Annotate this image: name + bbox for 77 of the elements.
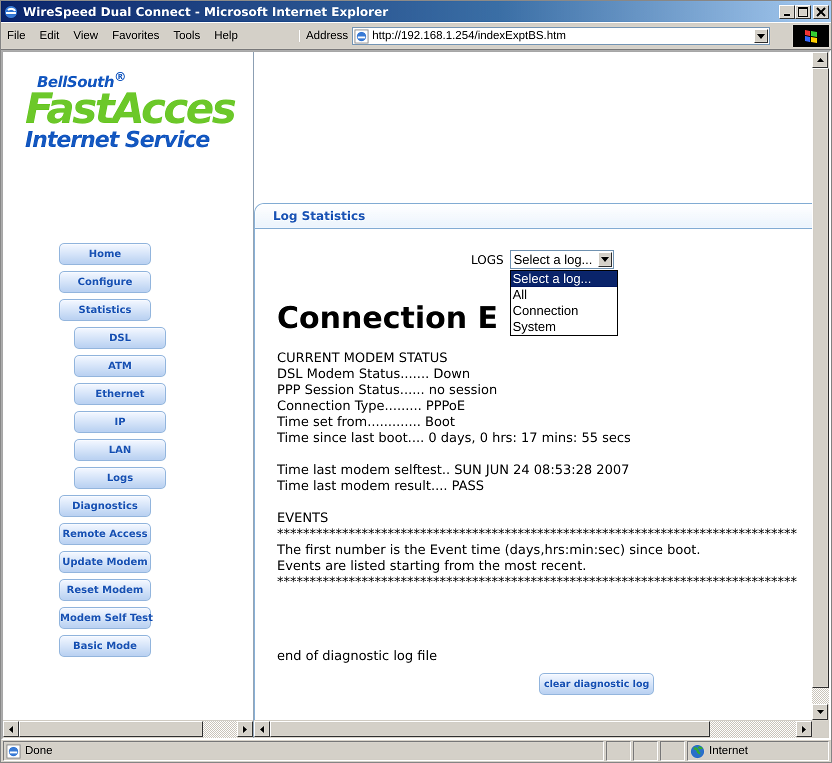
menu-item[interactable]: Edit [40, 30, 60, 42]
log-line: Events are listed starting from the most recent. [277, 559, 586, 575]
nav-button[interactable]: LAN [74, 439, 166, 461]
log-line: ******************************************************************************** [277, 575, 797, 591]
windows-logo-icon [793, 25, 829, 47]
nav-button[interactable]: Basic Mode [59, 635, 151, 657]
nav-button[interactable]: ATM [74, 355, 166, 377]
maximize-button[interactable] [795, 4, 811, 18]
nav-button[interactable]: Reset Modem [59, 579, 151, 601]
log-select[interactable]: Select a log... [510, 250, 614, 269]
nav-button[interactable]: DSL [74, 327, 166, 349]
scrollbar-thumb[interactable] [19, 721, 203, 737]
nav-button[interactable]: Configure [59, 271, 151, 293]
right-arrow-icon [243, 726, 247, 732]
nav-button[interactable]: IP [74, 411, 166, 433]
log-line: Time last modem result.... PASS [277, 479, 484, 495]
menu-item[interactable]: View [73, 30, 98, 42]
scroll-right-button[interactable] [796, 721, 812, 737]
log-line: EVENTS [277, 511, 328, 527]
dropdown-option[interactable]: System [510, 319, 617, 335]
maximize-icon [798, 6, 808, 16]
log-line: Time since last boot.... 0 days, 0 hrs: 17 mins: 55 secs [277, 431, 631, 447]
nav-button[interactable]: Modem Self Test [59, 607, 151, 629]
window-title: WireSpeed Dual Connect - Microsoft Internet Explorer [23, 4, 390, 18]
nav-button[interactable]: Diagnostics [59, 495, 151, 517]
close-button[interactable] [813, 4, 829, 18]
log-line: Connection Type......... PPPoE [277, 399, 466, 415]
scroll-right-button[interactable] [237, 721, 253, 737]
log-line: PPP Session Status...... no session [277, 383, 498, 399]
left-arrow-icon [260, 726, 264, 732]
menu-item[interactable]: Help [214, 30, 238, 42]
log-footer: end of diagnostic log file [277, 649, 438, 665]
status-text: Done [25, 745, 52, 757]
globe-icon [690, 744, 705, 758]
address-label: Address [299, 30, 348, 42]
nav-button[interactable]: Statistics [59, 299, 151, 321]
scroll-left-button[interactable] [3, 721, 19, 737]
dropdown-option[interactable]: Connection [510, 303, 617, 319]
log-line: DSL Modem Status....... Down [277, 367, 470, 383]
right-arrow-icon [802, 726, 806, 732]
menu-item[interactable]: File [7, 30, 26, 42]
log-line: The first number is the Event time (days,hrs:min:sec) since boot. [277, 543, 701, 559]
down-arrow-icon [816, 710, 824, 714]
panel-title: Log Statistics [273, 209, 366, 223]
log-line: Time last modem selftest.. SUN JUN 24 08:53:28 2007 [277, 463, 630, 479]
minimize-button[interactable] [779, 4, 795, 18]
logo: BellSouth$^{®}$ FastAcces Internet Service [24, 68, 236, 155]
minimize-icon [784, 14, 790, 16]
scrollbar-thumb[interactable] [812, 68, 829, 688]
close-icon [816, 6, 826, 16]
scrollbar-thumb[interactable] [270, 721, 710, 737]
log-line: ******************************************************************************** [277, 527, 797, 543]
page-icon [354, 28, 370, 44]
clear-log-button[interactable]: clear diagnostic log [539, 673, 654, 695]
dropdown-option[interactable]: All [510, 287, 617, 303]
dropdown-option[interactable]: Select a log... [510, 271, 617, 287]
menu-item[interactable]: Favorites [112, 30, 160, 42]
browser-icon [3, 4, 19, 20]
scroll-left-button[interactable] [254, 721, 270, 737]
nav-button[interactable]: Logs [74, 467, 166, 489]
left-arrow-icon [9, 726, 13, 732]
nav-button[interactable]: Ethernet [74, 383, 166, 405]
nav-button[interactable]: Update Modem [59, 551, 151, 573]
up-arrow-icon [816, 58, 824, 62]
page-icon [6, 744, 21, 758]
log-line: Time set from............. Boot [277, 415, 455, 431]
security-zone: Internet [709, 745, 748, 757]
scroll-up-button[interactable] [812, 52, 828, 68]
scroll-down-button[interactable] [812, 704, 828, 720]
page-heading: Connection E [277, 300, 498, 338]
address-field[interactable]: http://192.168.1.254/indexExptBS.htm [352, 27, 770, 45]
log-line: CURRENT MODEM STATUS [277, 351, 448, 367]
scrollbar-track[interactable] [812, 688, 829, 704]
nav-button[interactable]: Home [59, 243, 151, 265]
menu-item[interactable]: Tools [173, 30, 200, 42]
nav-button[interactable]: Remote Access [59, 523, 151, 545]
logs-label: LOGS [471, 252, 504, 266]
